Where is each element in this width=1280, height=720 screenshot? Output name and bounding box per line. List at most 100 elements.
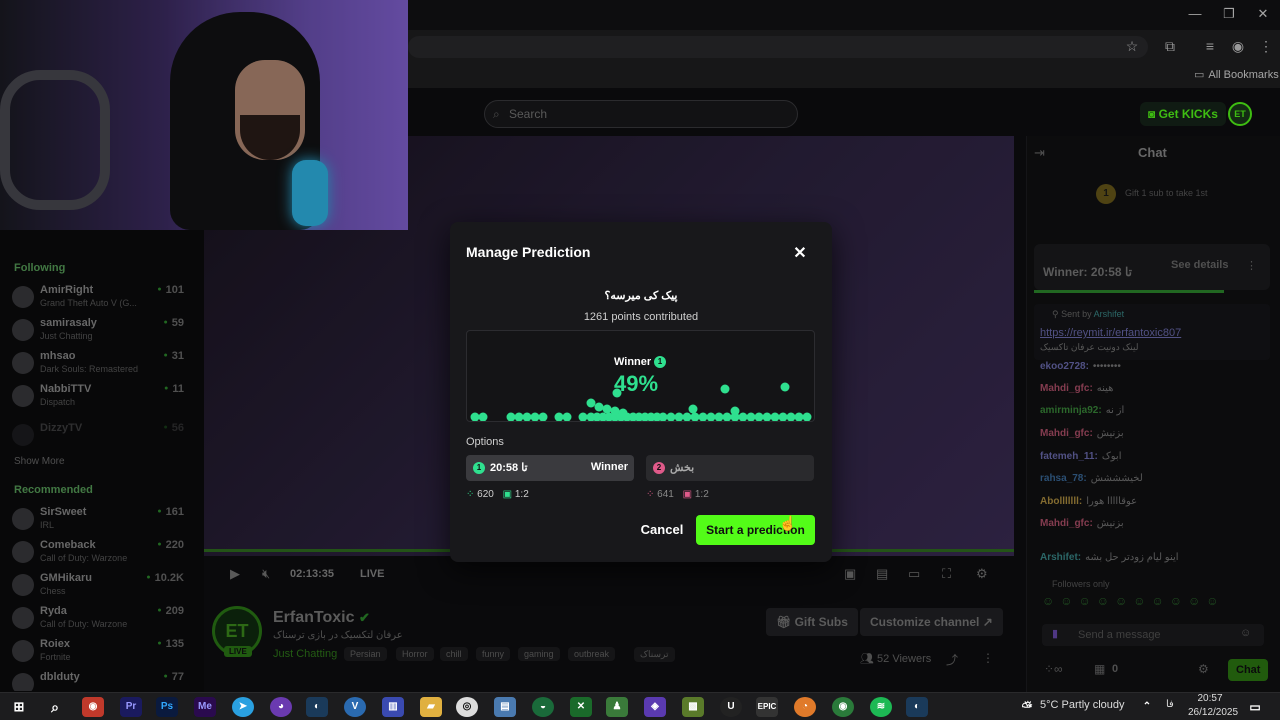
chat-username[interactable]: ekoo2728: — [1040, 361, 1089, 372]
channel-name[interactable]: ErfanToxic ✔ — [273, 609, 370, 627]
app-icon[interactable]: ◉ — [82, 697, 104, 717]
search-input[interactable]: ⌕ Search — [484, 100, 798, 128]
gift-subs-button[interactable]: 🎁︎ Gift Subs — [766, 608, 858, 636]
browser-menu-icon[interactable]: ⋮ — [1256, 38, 1276, 58]
discord-icon[interactable]: ◕ — [270, 697, 292, 717]
gamepad-icon[interactable]: ◈ — [644, 697, 666, 717]
xbox-icon[interactable]: ✕ — [570, 697, 592, 717]
stream-tag[interactable]: chill — [440, 647, 468, 661]
get-kicks-button[interactable]: ◙ Get KICKs — [1140, 102, 1226, 126]
edge-icon[interactable]: ◒ — [532, 697, 554, 717]
cancel-button[interactable]: Cancel — [636, 519, 688, 541]
app-icon[interactable]: V — [344, 697, 366, 717]
chat-username[interactable]: Mahdi_gfc: — [1040, 428, 1093, 439]
gift-sub-note[interactable]: Gift 1 sub to take 1st — [1125, 188, 1208, 198]
sidebar-channel[interactable]: GMHikaru Chess 10.2K — [12, 570, 192, 602]
sidebar-channel[interactable]: DizzyTV 56 — [12, 420, 192, 452]
more-options-icon[interactable]: ⋮ — [982, 651, 994, 665]
maximize-button[interactable]: ❐ — [1214, 6, 1244, 24]
premiere-icon[interactable]: Pr — [120, 697, 142, 717]
stream-tag[interactable]: Persian — [344, 647, 387, 661]
sidebar-channel[interactable]: Roiex Fortnite 135 — [12, 636, 192, 668]
chat-username[interactable]: Abolllllll: — [1040, 496, 1082, 507]
star-icon[interactable]: ☆ — [1122, 38, 1142, 58]
stash-icon[interactable]: ▦ — [1094, 662, 1105, 676]
media-controls-icon[interactable]: ≡ — [1200, 38, 1220, 58]
emote-bar[interactable]: ☺☺☺☺☺☺☺☺☺☺ — [1042, 594, 1262, 614]
option-1[interactable]: 1 20:58 تا Winner — [466, 455, 634, 481]
theater-icon[interactable]: ▭ — [908, 566, 920, 582]
chevron-up-icon[interactable]: ⌃ — [1136, 697, 1158, 717]
start-prediction-button[interactable]: Start a prediction — [696, 515, 815, 545]
telegram-icon[interactable]: ➤ — [232, 697, 254, 717]
app-icon[interactable]: ▤ — [494, 697, 516, 717]
start-menu-icon[interactable]: ⊞ — [8, 697, 30, 717]
pip-icon[interactable]: ▣ — [844, 566, 856, 582]
sidebar-channel[interactable]: SirSweet IRL 161 — [12, 504, 192, 536]
chat-settings-icon[interactable]: ⚙ — [1198, 662, 1209, 676]
stream-tag[interactable]: gaming — [518, 647, 560, 661]
sidebar-channel[interactable]: NabbiTTV Dispatch 11 — [12, 381, 192, 413]
chat-username[interactable]: fatemeh_11: — [1040, 451, 1098, 462]
spotify-icon[interactable]: ≋ — [870, 697, 892, 717]
sidebar-channel[interactable]: samirasaly Just Chatting 59 — [12, 315, 192, 347]
steam-icon[interactable]: ◐ — [906, 697, 928, 717]
sidebar-channel[interactable]: Comeback Call of Duty: Warzone 220 — [12, 537, 192, 569]
user-avatar[interactable]: ET — [1228, 102, 1252, 126]
address-bar[interactable] — [408, 36, 1148, 58]
sidebar-channel[interactable]: Ryda Call of Duty: Warzone 209 — [12, 603, 192, 635]
chat-username[interactable]: Mahdi_gfc: — [1040, 383, 1093, 394]
steam-icon[interactable]: ◐ — [306, 697, 328, 717]
stream-tag[interactable]: funny — [476, 647, 511, 661]
close-icon[interactable]: ✕ — [792, 243, 808, 263]
stream-tag[interactable]: outbreak — [568, 647, 616, 661]
sidebar-channel[interactable]: dblduty 77 — [12, 669, 192, 691]
android-icon[interactable]: ♟ — [606, 697, 628, 717]
mute-icon[interactable]: 🔇︎ — [262, 566, 270, 582]
epic-games-icon[interactable]: EPIC — [756, 697, 778, 717]
chat-username[interactable]: Arshifet: — [1040, 552, 1081, 563]
media-encoder-icon[interactable]: Me — [194, 697, 216, 717]
pinned-link[interactable]: https://reymit.ir/erfantoxic807 — [1040, 327, 1181, 339]
unreal-icon[interactable]: U — [720, 697, 742, 717]
blender-icon[interactable]: ◔ — [794, 697, 816, 717]
language-indicator[interactable]: فا — [1166, 699, 1174, 710]
prediction-menu-icon[interactable]: ⋮ — [1246, 259, 1257, 272]
chat-input[interactable]: Send a message — [1042, 624, 1264, 646]
stream-tag[interactable]: Horror — [396, 647, 434, 661]
all-bookmarks-link[interactable]: ▭ All Bookmarks — [1194, 68, 1279, 81]
see-details-button[interactable]: See details — [1171, 259, 1228, 271]
sidebar-channel[interactable]: mhsao Dark Souls: Remastered 31 — [12, 348, 192, 380]
minimize-button[interactable]: — — [1180, 6, 1210, 24]
minecraft-icon[interactable]: ▩ — [682, 697, 704, 717]
share-icon[interactable]: ⤴ — [946, 651, 958, 668]
close-window-button[interactable]: ✕ — [1248, 6, 1278, 24]
option-2[interactable]: 2 بخش — [646, 455, 814, 481]
extensions-icon[interactable]: ⧉ — [1160, 38, 1180, 58]
weather-status[interactable]: 5°C Partly cloudy — [1040, 699, 1125, 711]
settings-gear-icon[interactable]: ⚙ — [976, 566, 988, 582]
chrome-icon[interactable]: ◉ — [832, 697, 854, 717]
obs-icon[interactable]: ◎ — [456, 697, 478, 717]
emote-picker-icon[interactable]: ☺ — [1240, 627, 1251, 639]
stream-tag[interactable]: ترسناک — [634, 647, 675, 662]
customize-channel-button[interactable]: Customize channel ↗ — [860, 608, 1003, 636]
sidebar-channel[interactable]: AmirRight Grand Theft Auto V (G... 101 — [12, 282, 192, 314]
send-chat-button[interactable]: Chat — [1228, 659, 1269, 681]
show-more-link[interactable]: Show More — [14, 456, 65, 467]
points-icon[interactable]: ⁘∞ — [1044, 662, 1063, 676]
search-icon[interactable]: ⌕ — [44, 697, 66, 717]
chat-username[interactable]: amirminja92: — [1040, 405, 1102, 416]
stream-category[interactable]: Just Chatting — [273, 648, 337, 660]
collapse-chat-icon[interactable]: ⇥ — [1034, 145, 1045, 161]
fullscreen-icon[interactable]: ⛶ — [942, 566, 951, 582]
play-icon[interactable]: ▶ — [230, 566, 240, 582]
chart-app-icon[interactable]: ▥ — [382, 697, 404, 717]
profile-icon[interactable]: ◉ — [1228, 38, 1248, 58]
clock-time[interactable]: 20:57 — [1188, 693, 1232, 704]
folder-icon[interactable]: ▰ — [420, 697, 442, 717]
notification-icon[interactable]: ▭ — [1244, 697, 1266, 717]
chat-username[interactable]: Mahdi_gfc: — [1040, 518, 1093, 529]
chat-username[interactable]: rahsa_78: — [1040, 473, 1087, 484]
photoshop-icon[interactable]: Ps — [156, 697, 178, 717]
